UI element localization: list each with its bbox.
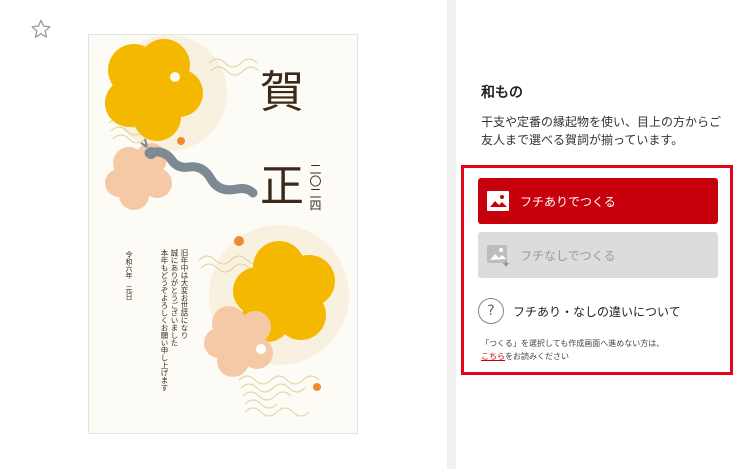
create-with-border-label: フチありでつくる — [520, 194, 616, 209]
question-circle-icon: ? — [478, 298, 504, 324]
image-icon — [486, 189, 510, 213]
note-prefix: 「つくる」を選択しても作成画面へ進めない方は、 — [481, 339, 665, 348]
image-icon — [486, 243, 510, 268]
preview-pane: 賀 正 二〇二四 旧年中は大変お世話になり 誠にありがとうございました 本年もど… — [0, 0, 447, 469]
help-label: フチあり・なしの違いについて — [513, 304, 681, 319]
card-date: 令和六年 元日 — [125, 251, 133, 300]
card-message-line: 旧年中は大変お世話になり — [180, 249, 189, 339]
card-year: 二〇二四 — [308, 163, 322, 211]
template-description: 干支や定番の縁起物を使い、目上の方からご友人まで選べる賀詞が揃っています。 — [481, 115, 722, 147]
create-without-border-button[interactable]: フチなしでつくる — [478, 232, 718, 278]
template-title: 和もの — [481, 85, 523, 101]
card-message-line: 本年もどうぞよろしくお願い申し上げます — [160, 249, 169, 392]
create-without-border-label: フチなしでつくる — [520, 248, 616, 263]
border-difference-help-link[interactable]: ? フチあり・なしの違いについて — [478, 296, 718, 326]
template-detail-panel: 和もの 干支や定番の縁起物を使い、目上の方からご友人まで選べる賀詞が揃っています… — [456, 0, 750, 469]
create-with-border-button[interactable]: フチありでつくる — [478, 178, 718, 224]
new-year-card-preview: 賀 正 二〇二四 旧年中は大変お世話になり 誠にありがとうございました 本年もど… — [88, 34, 358, 434]
help-note: 「つくる」を選択しても作成画面へ進めない方は、 こちらをお読みください — [481, 337, 721, 363]
note-suffix: をお読みください — [505, 352, 569, 361]
note-link[interactable]: こちら — [481, 352, 505, 361]
card-message: 旧年中は大変お世話になり 誠にありがとうございました 本年もどうぞよろしくお願い… — [129, 249, 189, 409]
greeting-character-top: 賀 — [260, 67, 304, 118]
card-message-line: 誠にありがとうございました — [170, 249, 179, 347]
greeting-character-bottom: 正 — [260, 161, 304, 212]
star-outline-icon[interactable] — [30, 18, 52, 40]
